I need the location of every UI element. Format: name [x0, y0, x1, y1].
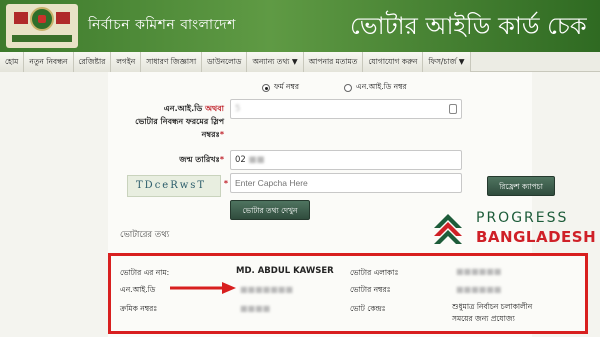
voter-name-label: ভোটার এর নাম:: [120, 268, 170, 277]
serial-number-label: ক্রমিক নম্বরঃ: [120, 304, 158, 313]
radio-form-number[interactable]: ফর্ম নম্বর: [262, 82, 299, 94]
input-badge-icon: [449, 104, 457, 114]
progress-arrow-icon: [434, 214, 462, 244]
radio-checked-icon[interactable]: [262, 84, 270, 92]
dob-input[interactable]: 02 ■■: [230, 150, 462, 170]
captcha-image: TDceRwsT: [127, 175, 221, 197]
refresh-captcha-button[interactable]: রিফ্রেশ ক্যাপচা: [487, 176, 555, 196]
dob-label: জন্ম তারিখঃ*: [179, 155, 224, 164]
election-commission-logo[interactable]: [6, 4, 78, 48]
ballot-box-icon: [14, 12, 28, 24]
main-nav: হোম নতুন নিবন্ধন রেজিষ্টার লগইন সাধারণ জ…: [0, 52, 600, 72]
voter-name-value: MD. ABDUL KAWSER: [236, 266, 334, 276]
voting-center-value: শুধুমাত্র নির্বাচন চলাকালীন সময়ের জন্য …: [452, 301, 532, 325]
nav-home[interactable]: হোম: [0, 52, 25, 72]
nav-download[interactable]: ডাউনলোড: [202, 52, 248, 72]
nav-login[interactable]: লগইন: [111, 52, 142, 72]
nid-label-part1: এন.আই.ডি: [163, 104, 203, 113]
commission-name: নির্বাচন কমিশন বাংলাদেশ: [88, 17, 236, 33]
nav-contact[interactable]: যোগাযোগ করুন: [363, 52, 424, 72]
logo-line2: BANGLADESH: [476, 228, 597, 246]
page-title: ভোটার আইডি কার্ড চেক: [350, 12, 587, 40]
site-header: নির্বাচন কমিশন বাংলাদেশ ভোটার আইডি কার্ড…: [0, 0, 600, 52]
dob-value-hidden: ■■: [248, 155, 265, 165]
voter-area-label: ভোটার এলাকাঃ: [350, 268, 399, 277]
serial-number-value: ■■■■: [240, 304, 271, 313]
radio-form-number-label: ফর্ম নম্বর: [274, 82, 300, 91]
voter-number-label: ভোটার নম্বরঃ: [350, 285, 391, 294]
dob-label-text: জন্ম তারিখঃ: [179, 155, 220, 164]
nid-value: 5: [235, 104, 241, 114]
voting-center-label: ভোট কেন্দ্রঃ: [350, 304, 386, 313]
nid-input[interactable]: 5: [230, 99, 462, 119]
logo-banner: [12, 35, 72, 42]
dob-value: 02: [235, 155, 246, 165]
seal-icon: [30, 7, 54, 31]
progress-bangladesh-logo: PROGRESS BANGLADESH: [432, 206, 596, 250]
nav-register[interactable]: রেজিষ্টার: [73, 52, 112, 72]
voter-info-heading: ভোটারের তথ্য: [120, 230, 170, 240]
nav-feedback[interactable]: আপনার মতামত: [303, 52, 364, 72]
nid-label-or: অথবা: [205, 104, 224, 113]
captcha-input[interactable]: [230, 173, 462, 193]
logo-line1: PROGRESS: [476, 210, 569, 226]
nav-new-registration[interactable]: নতুন নিবন্ধন: [24, 52, 74, 72]
ballot-box-icon: [56, 12, 70, 24]
red-arrow-icon: [170, 282, 236, 294]
radio-unchecked-icon[interactable]: [344, 84, 352, 92]
nav-fees[interactable]: ফিস/চার্জ ▼: [423, 52, 471, 72]
nid-label-part2: ভোটার নিবন্ধন ফরমের স্লিপ নম্বরঃ: [135, 117, 224, 139]
radio-nid-number-label: এন.আই.ডি নম্বর: [356, 82, 407, 91]
radio-nid-number[interactable]: এন.আই.ডি নম্বর: [344, 82, 407, 94]
voter-nid-value: ■■■■■■■: [240, 285, 293, 294]
nid-label: এন.আই.ডি অথবা ভোটার নিবন্ধন ফরমের স্লিপ …: [135, 104, 224, 139]
voter-area-value: ■■■■■■: [456, 267, 502, 276]
view-voter-info-button[interactable]: ভোটার তথ্য দেখুন: [230, 200, 310, 220]
captcha-required-mark: *: [223, 179, 228, 188]
voter-number-value: ■■■■■■: [456, 285, 502, 294]
voting-center-line1: শুধুমাত্র নির্বাচন চলাকালীন: [452, 302, 533, 311]
voter-nid-label: এন.আই.ডি: [120, 285, 156, 294]
nav-other-info[interactable]: অন্যান্য তথ্য ▼: [247, 52, 304, 72]
voting-center-line2: সময়ের জন্য প্রযোজ্য: [452, 314, 515, 323]
nav-faq[interactable]: সাধারণ জিজ্ঞাসা: [141, 52, 203, 72]
